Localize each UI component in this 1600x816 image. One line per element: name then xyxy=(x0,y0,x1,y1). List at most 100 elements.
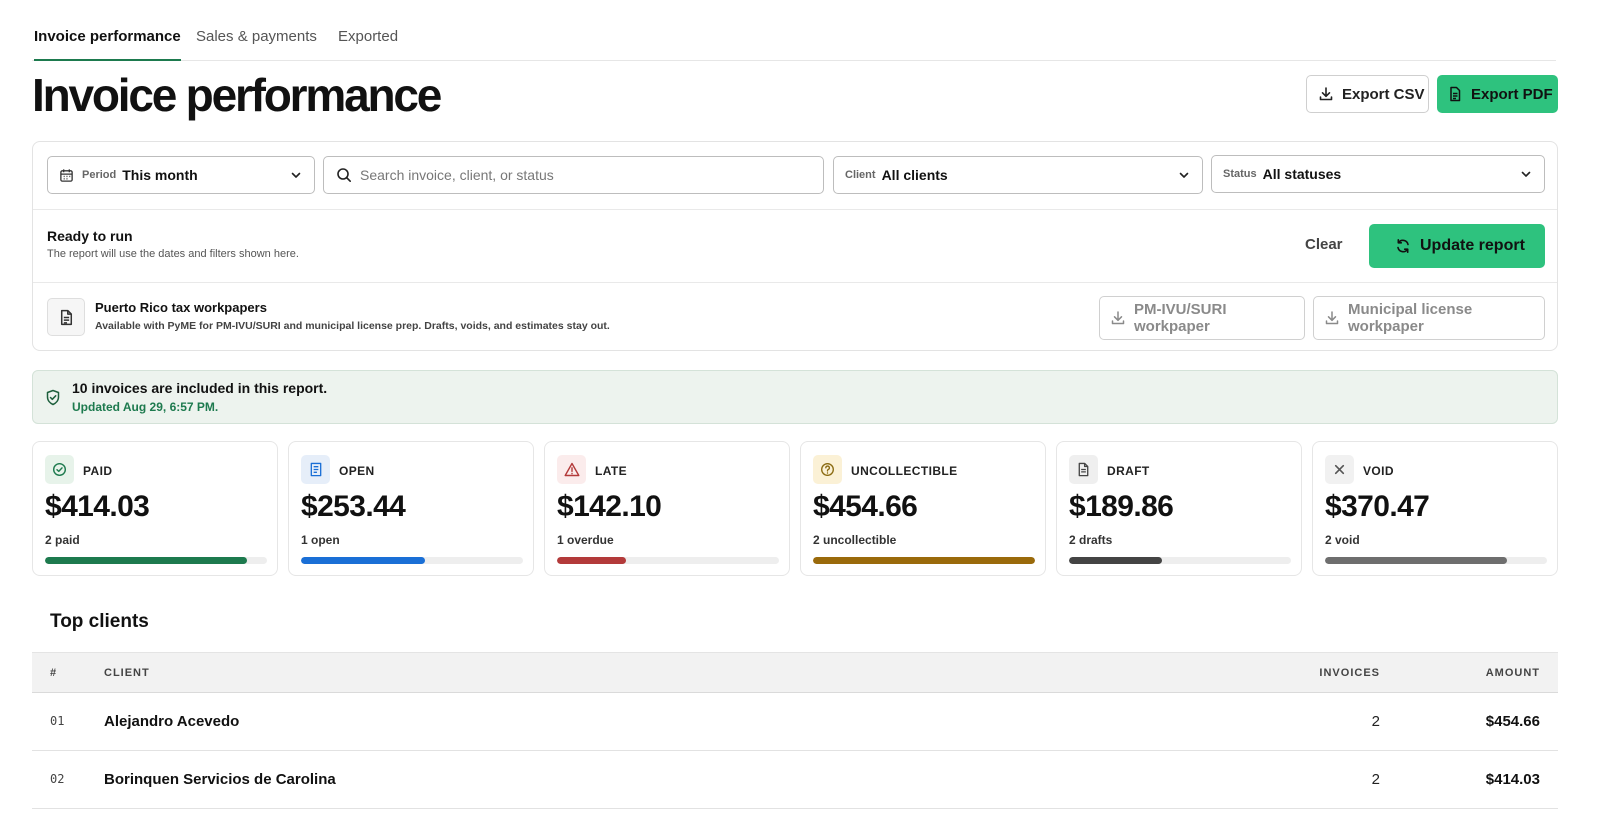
check-circle-icon xyxy=(45,455,74,484)
stat-progress-fill xyxy=(45,557,248,564)
update-report-label: Update report xyxy=(1420,237,1525,254)
stat-progress-fill xyxy=(813,557,1035,564)
export-csv-label: Export CSV xyxy=(1342,85,1425,103)
tab-sales-payments[interactable]: Sales & payments xyxy=(196,28,317,61)
tab-exported[interactable]: Exported xyxy=(338,28,398,61)
export-pdf-label: Export PDF xyxy=(1471,85,1553,103)
invoice-count: 2 xyxy=(1371,771,1380,788)
stat-label: VOID xyxy=(1363,464,1394,478)
stat-amount: $454.66 xyxy=(813,490,918,523)
filters-row: Period This month Search invoice, client… xyxy=(33,142,1557,210)
invoice-count: 2 xyxy=(1371,713,1380,730)
stat-count: 1 open xyxy=(301,533,340,547)
document-icon xyxy=(301,455,330,484)
period-value: This month xyxy=(122,167,198,183)
download-icon xyxy=(1324,310,1340,326)
client-prefix: Client xyxy=(845,169,876,181)
client-amount: $414.03 xyxy=(1485,771,1540,788)
shield-check-icon xyxy=(45,389,61,406)
stat-amount: $370.47 xyxy=(1325,490,1430,523)
draft-icon xyxy=(1069,455,1098,484)
municipal-license-label: Municipal license workpaper xyxy=(1348,301,1473,335)
stat-count: 1 overdue xyxy=(557,533,614,547)
stat-progress-bar xyxy=(45,557,267,564)
row-number: 01 xyxy=(50,714,65,728)
stat-card-paid[interactable]: PAID $414.03 2 paid xyxy=(32,441,278,576)
report-status-banner: 10 invoices are included in this report.… xyxy=(32,370,1558,424)
tab-invoice-performance[interactable]: Invoice performance xyxy=(34,28,181,61)
download-icon xyxy=(1110,310,1126,326)
period-select[interactable]: Period This month xyxy=(47,156,315,194)
stat-progress-bar xyxy=(557,557,779,564)
stat-count: 2 paid xyxy=(45,533,80,547)
ready-row: Ready to run The report will use the dat… xyxy=(33,210,1557,283)
chevron-down-icon xyxy=(1520,168,1532,180)
stat-card-draft[interactable]: DRAFT $189.86 2 drafts xyxy=(1056,441,1302,576)
column-header-invoices[interactable]: INVOICES xyxy=(1319,667,1380,679)
banner-updated: Updated Aug 29, 6:57 PM. xyxy=(72,400,219,414)
column-header-amount[interactable]: AMOUNT xyxy=(1486,667,1540,679)
table-row[interactable]: 01 Alejandro Acevedo 2 $454.66 xyxy=(32,693,1558,751)
stat-amount: $253.44 xyxy=(301,490,406,523)
stat-count: 2 void xyxy=(1325,533,1360,547)
search-input[interactable]: Search invoice, client, or status xyxy=(323,156,824,194)
refresh-icon xyxy=(1395,238,1411,254)
stat-card-late[interactable]: LATE $142.10 1 overdue xyxy=(544,441,790,576)
status-prefix: Status xyxy=(1223,168,1257,180)
client-select[interactable]: Client All clients xyxy=(833,156,1203,194)
pm-ivu-suri-workpaper-button[interactable]: PM-IVU/SURI workpaper xyxy=(1099,296,1305,340)
export-csv-button[interactable]: Export CSV xyxy=(1306,75,1429,113)
ready-subtitle: The report will use the dates and filter… xyxy=(47,248,299,260)
stat-progress-bar xyxy=(813,557,1035,564)
tax-title: Puerto Rico tax workpapers xyxy=(95,300,267,315)
stat-label: OPEN xyxy=(339,464,375,478)
client-name: Alejandro Acevedo xyxy=(104,713,240,730)
stat-progress-bar xyxy=(301,557,523,564)
column-header-client[interactable]: CLIENT xyxy=(104,667,150,679)
search-placeholder: Search invoice, client, or status xyxy=(360,167,554,183)
stat-progress-bar xyxy=(1325,557,1547,564)
stat-amount: $414.03 xyxy=(45,490,150,523)
table-header: # CLIENT INVOICES AMOUNT xyxy=(32,652,1558,693)
row-number: 02 xyxy=(50,772,65,786)
close-icon xyxy=(1325,455,1354,484)
chevron-down-icon xyxy=(1178,169,1190,181)
table-row[interactable]: 02 Borinquen Servicios de Carolina 2 $41… xyxy=(32,751,1558,809)
period-prefix: Period xyxy=(82,169,117,181)
stat-card-uncollectible[interactable]: UNCOLLECTIBLE $454.66 2 uncollectible xyxy=(800,441,1046,576)
report-tabs: Invoice performance Sales & payments Exp… xyxy=(32,0,1556,61)
tax-subtitle: Available with PyME for PM-IVU/SURI and … xyxy=(95,320,610,332)
workpaper-icon xyxy=(47,298,85,336)
export-pdf-button[interactable]: Export PDF xyxy=(1437,75,1558,113)
stat-label: PAID xyxy=(83,464,113,478)
chevron-down-icon xyxy=(290,169,302,181)
stat-label: DRAFT xyxy=(1107,464,1150,478)
stat-progress-fill xyxy=(1069,557,1163,564)
question-circle-icon xyxy=(813,455,842,484)
tax-workpapers-row: Puerto Rico tax workpapers Available wit… xyxy=(33,283,1557,351)
search-icon xyxy=(336,167,352,183)
status-select[interactable]: Status All statuses xyxy=(1211,155,1545,193)
calendar-icon xyxy=(59,168,74,183)
stat-progress-bar xyxy=(1069,557,1291,564)
pm-ivu-suri-label: PM-IVU/SURI workpaper xyxy=(1134,301,1227,335)
stat-amount: $142.10 xyxy=(557,490,662,523)
banner-title: 10 invoices are included in this report. xyxy=(72,380,328,396)
download-icon xyxy=(1318,86,1334,102)
stat-card-open[interactable]: OPEN $253.44 1 open xyxy=(288,441,534,576)
column-header-number: # xyxy=(50,667,58,679)
stat-progress-fill xyxy=(301,557,426,564)
stat-card-void[interactable]: VOID $370.47 2 void xyxy=(1312,441,1558,576)
top-clients-title: Top clients xyxy=(50,611,149,632)
client-name: Borinquen Servicios de Carolina xyxy=(104,771,336,788)
update-report-button[interactable]: Update report xyxy=(1369,224,1545,268)
warning-icon xyxy=(557,455,586,484)
stat-progress-fill xyxy=(1325,557,1508,564)
stat-progress-fill xyxy=(557,557,626,564)
ready-title: Ready to run xyxy=(47,228,133,244)
clear-button[interactable]: Clear xyxy=(1305,236,1343,253)
municipal-license-workpaper-button[interactable]: Municipal license workpaper xyxy=(1313,296,1545,340)
stat-count: 2 uncollectible xyxy=(813,533,897,547)
document-icon xyxy=(1447,86,1463,102)
stat-label: UNCOLLECTIBLE xyxy=(851,464,958,478)
